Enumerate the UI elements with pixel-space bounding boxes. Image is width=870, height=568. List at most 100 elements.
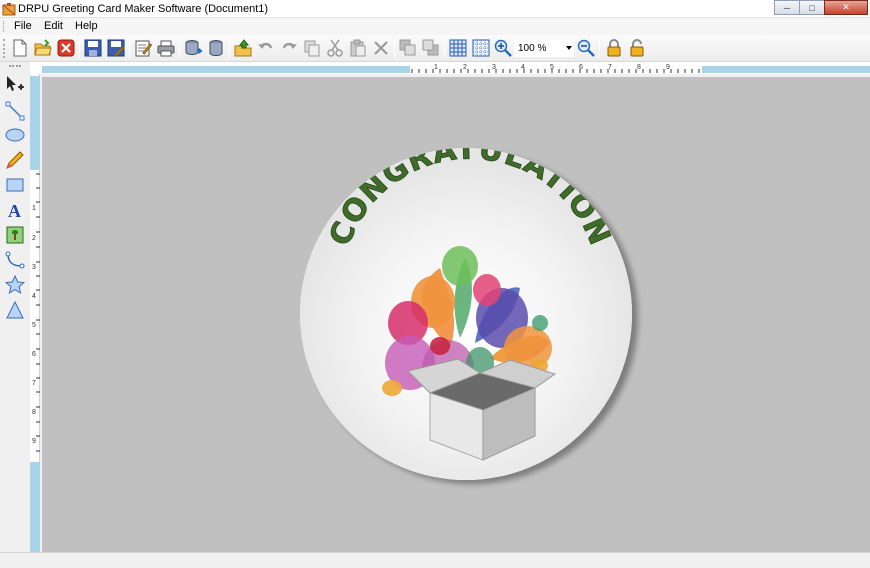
menu-bar: File Edit Help xyxy=(0,18,870,35)
copy-icon xyxy=(304,40,320,57)
print-button[interactable] xyxy=(156,38,176,58)
properties-icon xyxy=(135,40,152,57)
title-bar: DRPU Greeting Card Maker Software (Docum… xyxy=(0,0,870,18)
ruler-margin-left xyxy=(42,66,440,73)
line-icon xyxy=(5,101,25,121)
database-button[interactable] xyxy=(206,38,226,58)
rectangle-tool[interactable] xyxy=(4,174,26,196)
open-button[interactable] xyxy=(33,38,53,58)
zoom-combo[interactable]: 100 % xyxy=(514,40,574,57)
toolbar-separator xyxy=(179,39,180,58)
status-bar xyxy=(0,552,870,568)
toolbar-separator xyxy=(129,39,130,58)
send-back-button[interactable] xyxy=(421,38,441,58)
undo-icon xyxy=(258,42,273,49)
zoom-in-icon xyxy=(494,39,512,57)
v-ruler-label: 7 xyxy=(32,380,36,387)
zoom-in-button[interactable] xyxy=(493,38,513,58)
import-button[interactable] xyxy=(233,38,253,58)
menu-help[interactable]: Help xyxy=(75,20,98,32)
line-tool[interactable] xyxy=(4,100,26,122)
copy-button[interactable] xyxy=(302,38,322,58)
undo-button[interactable] xyxy=(256,38,276,58)
text-tool[interactable]: A xyxy=(4,199,26,221)
print-icon xyxy=(157,40,175,57)
greeting-card[interactable]: CONGRATULATION xyxy=(300,148,632,480)
tools-grip xyxy=(9,65,21,68)
minimize-icon: ─ xyxy=(783,2,791,13)
save-icon xyxy=(84,39,102,57)
pencil-icon xyxy=(6,151,24,169)
toolbar-separator xyxy=(599,39,600,58)
card-artwork: CONGRATULATION xyxy=(300,148,632,480)
save-as-icon xyxy=(107,39,125,57)
svg-text:A: A xyxy=(8,201,21,220)
ellipse-tool[interactable] xyxy=(4,124,26,146)
select-move-icon xyxy=(7,76,24,91)
database-add-button[interactable] xyxy=(183,38,203,58)
h-ruler-label: 7 xyxy=(608,64,612,71)
curve-tool[interactable] xyxy=(4,249,26,271)
toolbar-separator xyxy=(394,39,395,58)
menu-grip xyxy=(3,21,6,32)
close-document-icon xyxy=(57,39,75,57)
open-icon xyxy=(34,39,52,56)
image-tool[interactable] xyxy=(4,224,26,246)
select-tool[interactable] xyxy=(4,74,26,96)
send-back-icon xyxy=(422,39,439,56)
triangle-tool[interactable] xyxy=(4,299,26,321)
v-ruler-label: 2 xyxy=(32,235,36,242)
maximize-button[interactable]: □ xyxy=(799,0,825,15)
maximize-icon: □ xyxy=(809,2,815,13)
bring-front-button[interactable] xyxy=(398,38,418,58)
minimize-button[interactable]: ─ xyxy=(774,0,800,15)
unlock-icon xyxy=(630,39,644,57)
grid-dotted-button[interactable] xyxy=(471,38,491,58)
properties-button[interactable] xyxy=(133,38,153,58)
h-ruler-label: 1 xyxy=(434,64,438,71)
toolbar-separator xyxy=(229,39,230,58)
ellipse-icon xyxy=(5,128,25,142)
tools-panel: A xyxy=(0,62,30,552)
vertical-ruler: 1 2 3 4 5 6 7 8 9 xyxy=(30,62,40,552)
menu-file[interactable]: File xyxy=(14,20,32,32)
unlock-button[interactable] xyxy=(627,38,647,58)
chevron-down-icon[interactable] xyxy=(566,46,572,50)
ruler-margin-right xyxy=(702,66,870,73)
h-ruler-label: 5 xyxy=(550,64,554,71)
grid-icon xyxy=(449,39,467,57)
menu-edit[interactable]: Edit xyxy=(44,20,63,32)
grid-button[interactable] xyxy=(448,38,468,58)
curve-icon xyxy=(5,251,25,269)
delete-icon xyxy=(374,41,388,55)
star-icon xyxy=(5,275,25,295)
database-icon xyxy=(209,40,223,57)
zoom-out-button[interactable] xyxy=(576,38,596,58)
star-tool[interactable] xyxy=(4,274,26,296)
redo-button[interactable] xyxy=(279,38,299,58)
design-canvas[interactable]: CONGRATULATION xyxy=(42,77,870,552)
app-icon xyxy=(2,3,16,16)
vertical-ruler-scale xyxy=(36,173,40,452)
v-ruler-label: 9 xyxy=(32,438,36,445)
redo-icon xyxy=(282,42,297,49)
save-button[interactable] xyxy=(83,38,103,58)
save-as-button[interactable] xyxy=(106,38,126,58)
triangle-icon xyxy=(6,300,24,319)
horizontal-ruler-scale: 1 2 3 4 5 6 7 8 9 xyxy=(410,64,702,74)
close-document-button[interactable] xyxy=(56,38,76,58)
cut-button[interactable] xyxy=(325,38,345,58)
zoom-out-icon xyxy=(577,39,595,57)
delete-button[interactable] xyxy=(371,38,391,58)
text-icon: A xyxy=(8,201,21,220)
new-button[interactable] xyxy=(10,38,30,58)
v-ruler-label: 3 xyxy=(32,264,36,271)
v-ruler-label: 1 xyxy=(32,205,36,212)
close-button[interactable]: ✕ xyxy=(824,0,868,15)
paste-button[interactable] xyxy=(348,38,368,58)
v-ruler-label: 4 xyxy=(32,293,36,300)
zoom-value: 100 % xyxy=(518,43,547,54)
h-ruler-label: 4 xyxy=(521,64,525,71)
lock-button[interactable] xyxy=(604,38,624,58)
pencil-tool[interactable] xyxy=(4,149,26,171)
